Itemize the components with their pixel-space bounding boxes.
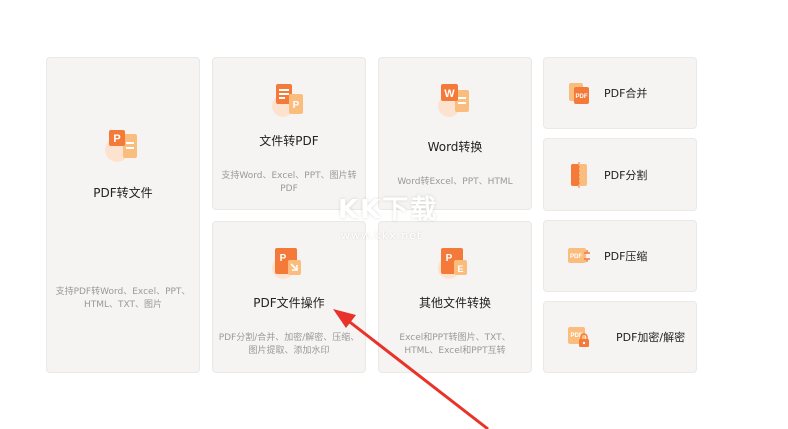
card-pdf-to-file[interactable]: P PDF转文件 支持PDF转Word、Excel、PPT、HTML、TXT、图… xyxy=(46,57,200,373)
card-title: PDF文件操作 xyxy=(253,296,325,310)
ppt-excel-icon: P E xyxy=(437,244,473,280)
file-to-pdf-icon: P xyxy=(271,82,307,118)
svg-text:P: P xyxy=(446,253,453,264)
pdf-convert-icon: P xyxy=(105,128,141,164)
card-word-convert[interactable]: W Word转换 Word转Excel、PPT、HTML xyxy=(378,57,532,210)
side-item-pdf-encrypt[interactable]: PDF PDF加密/解密 xyxy=(543,301,697,373)
watermark-logo: KK下载 xyxy=(338,195,439,225)
card-title: 其他文件转换 xyxy=(418,296,491,310)
card-other-convert[interactable]: P E 其他文件转换 Excel和PPT转图片、TXT、HTML、Excel和P… xyxy=(378,221,532,373)
svg-text:P: P xyxy=(280,253,287,264)
svg-text:E: E xyxy=(457,264,463,274)
card-pdf-operations[interactable]: P PDF文件操作 PDF分割/合并、加密/解密、压缩、图片提取、添加水印 xyxy=(212,221,366,373)
card-description: 支持PDF转Word、Excel、PPT、HTML、TXT、图片 xyxy=(55,287,191,310)
card-title: 文件转PDF xyxy=(259,134,319,148)
svg-text:W: W xyxy=(444,88,455,100)
card-description: PDF分割/合并、加密/解密、压缩、图片提取、添加水印 xyxy=(218,333,360,356)
card-description: Word转Excel、PPT、HTML xyxy=(397,177,513,187)
svg-text:P: P xyxy=(293,100,300,111)
side-item-label: PDF合并 xyxy=(604,87,648,100)
card-title: PDF转文件 xyxy=(93,186,153,200)
pdf-operate-icon: P xyxy=(271,244,307,280)
card-description: Excel和PPT转图片、TXT、HTML、Excel和PPT互转 xyxy=(399,333,511,356)
side-item-pdf-split[interactable]: PDF分割 xyxy=(543,138,697,211)
word-icon: W xyxy=(437,82,473,118)
side-item-label: PDF分割 xyxy=(604,168,648,182)
side-item-pdf-merge[interactable]: PDF PDF合并 xyxy=(543,57,697,129)
side-item-pdf-compress[interactable]: PDF PDF压缩 xyxy=(543,220,697,292)
card-file-to-pdf[interactable]: P 文件转PDF 支持Word、Excel、PPT、图片转PDF xyxy=(212,57,366,210)
side-item-label: PDF压缩 xyxy=(604,250,648,263)
watermark-url: www.kkx.net xyxy=(341,229,423,242)
side-item-label: PDF加密/解密 xyxy=(616,331,686,344)
svg-text:P: P xyxy=(113,133,120,145)
card-title: Word转换 xyxy=(427,140,483,154)
